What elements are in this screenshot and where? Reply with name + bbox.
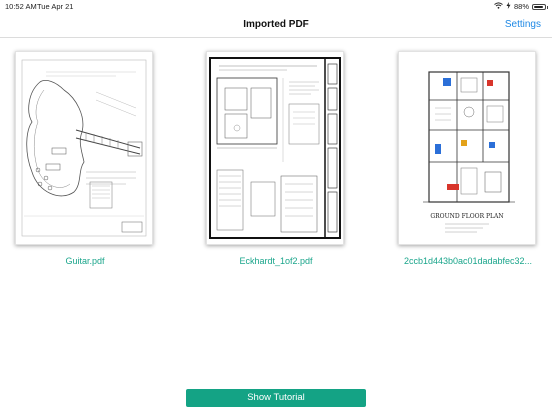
architectural-drawing-image — [209, 57, 341, 239]
document-thumbnail[interactable] — [15, 51, 153, 245]
battery-icon — [532, 3, 548, 10]
show-tutorial-button[interactable]: Show Tutorial — [186, 389, 366, 407]
charging-icon — [506, 2, 511, 11]
document-name[interactable]: Guitar.pdf — [15, 256, 155, 266]
settings-button[interactable]: Settings — [505, 19, 541, 30]
navigation-bar: Imported PDF Settings — [0, 14, 552, 38]
document-name[interactable]: 2ccb1d443b0ac01dadabfec32... — [398, 256, 538, 266]
document-name[interactable]: Eckhardt_1of2.pdf — [206, 256, 346, 266]
battery-percent: 88% — [513, 2, 529, 11]
document-thumbnail[interactable] — [206, 51, 344, 245]
status-time: 10:52 AM — [5, 2, 37, 11]
floor-plan-image: GROUND FLOOR PLAN — [423, 71, 515, 233]
floor-plan-title: GROUND FLOOR PLAN — [430, 213, 503, 220]
status-bar: 10:52 AM Tue Apr 21 88% — [0, 0, 552, 14]
page-title: Imported PDF — [243, 19, 309, 30]
status-date: Tue Apr 21 — [37, 2, 74, 11]
wifi-icon — [494, 2, 503, 11]
guitar-blueprint-image — [21, 59, 147, 237]
document-thumbnail[interactable]: GROUND FLOOR PLAN — [398, 51, 536, 245]
status-indicators: 88% — [494, 2, 548, 11]
battery-level — [534, 5, 543, 8]
